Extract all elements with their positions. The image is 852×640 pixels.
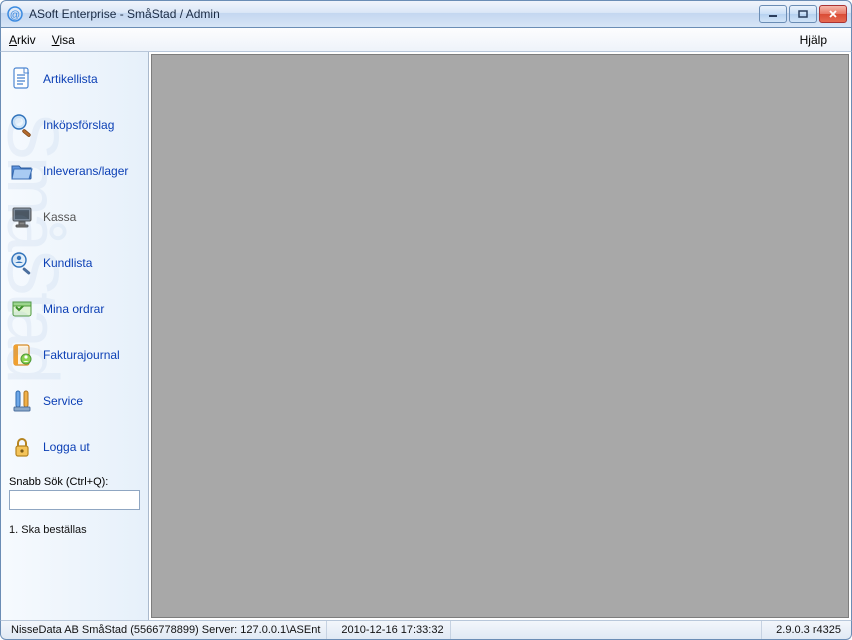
sidebar-item-label: Logga ut — [43, 440, 90, 454]
titlebar: @ ASoft Enterprise - SmåStad / Admin — [0, 0, 852, 28]
sidebar-item-label: Inköpsförslag — [43, 118, 114, 132]
quick-search-block: Snabb Sök (Ctrl+Q): — [1, 470, 148, 514]
sidebar-item-label: Fakturajournal — [43, 348, 120, 362]
orders-icon — [7, 294, 37, 324]
mdi-canvas — [151, 54, 849, 618]
nav-list: Artikellista Inköpsförslag — [1, 56, 148, 470]
app-icon: @ — [7, 6, 23, 22]
maximize-button[interactable] — [789, 5, 817, 23]
statusbar: NisseData AB SmåStad (5566778899) Server… — [0, 620, 852, 640]
sidebar-item-logga-ut[interactable]: Logga ut — [1, 424, 148, 470]
sidebar-item-inkopsforslag[interactable]: Inköpsförslag — [1, 102, 148, 148]
invoice-journal-icon — [7, 340, 37, 370]
sidebar-item-service[interactable]: Service — [1, 378, 148, 424]
minimize-button[interactable] — [759, 5, 787, 23]
sidebar-item-inleverans-lager[interactable]: Inleverans/lager — [1, 148, 148, 194]
folder-open-icon — [7, 156, 37, 186]
document-list-icon — [7, 64, 37, 94]
menu-arkiv[interactable]: Arkiv — [9, 33, 36, 47]
close-button[interactable] — [819, 5, 847, 23]
svg-text:@: @ — [10, 10, 20, 21]
window-controls — [759, 5, 847, 23]
magnifier-icon — [7, 110, 37, 140]
status-datetime: 2010-12-16 17:33:32 — [335, 621, 450, 639]
menu-arkiv-rest: rkiv — [17, 33, 36, 47]
menu-visa-rest: isa — [59, 33, 74, 47]
sidebar-note: 1. Ska beställas — [1, 514, 148, 546]
quick-search-label: Snabb Sök (Ctrl+Q): — [9, 476, 140, 488]
main-area: Artikellista Inköpsförslag — [0, 52, 852, 620]
sidebar-item-label: Kassa — [43, 210, 76, 224]
status-company-server: NisseData AB SmåStad (5566778899) Server… — [5, 621, 327, 639]
sidebar-item-label: Kundlista — [43, 256, 92, 270]
menubar: Arkiv Visa Hjälp — [0, 28, 852, 52]
window-title: ASoft Enterprise - SmåStad / Admin — [29, 7, 759, 21]
quick-search-input[interactable] — [9, 490, 140, 510]
sidebar-item-label: Service — [43, 394, 83, 408]
search-person-icon — [7, 248, 37, 278]
sidebar: Artikellista Inköpsförslag — [1, 52, 149, 620]
sidebar-item-label: Mina ordrar — [43, 302, 104, 316]
sidebar-item-fakturajournal[interactable]: Fakturajournal — [1, 332, 148, 378]
monitor-icon — [7, 202, 37, 232]
status-version: 2.9.0.3 r4325 — [770, 621, 847, 639]
sidebar-item-label: Inleverans/lager — [43, 164, 128, 178]
sidebar-item-label: Artikellista — [43, 72, 98, 86]
menu-visa[interactable]: Visa — [52, 33, 75, 47]
sidebar-item-kassa[interactable]: Kassa — [1, 194, 148, 240]
wrench-icon — [7, 386, 37, 416]
sidebar-item-mina-ordrar[interactable]: Mina ordrar — [1, 286, 148, 332]
menu-hjalp[interactable]: Hjälp — [800, 33, 827, 47]
sidebar-item-artikellista[interactable]: Artikellista — [1, 56, 148, 102]
lock-icon — [7, 432, 37, 462]
sidebar-item-kundlista[interactable]: Kundlista — [1, 240, 148, 286]
